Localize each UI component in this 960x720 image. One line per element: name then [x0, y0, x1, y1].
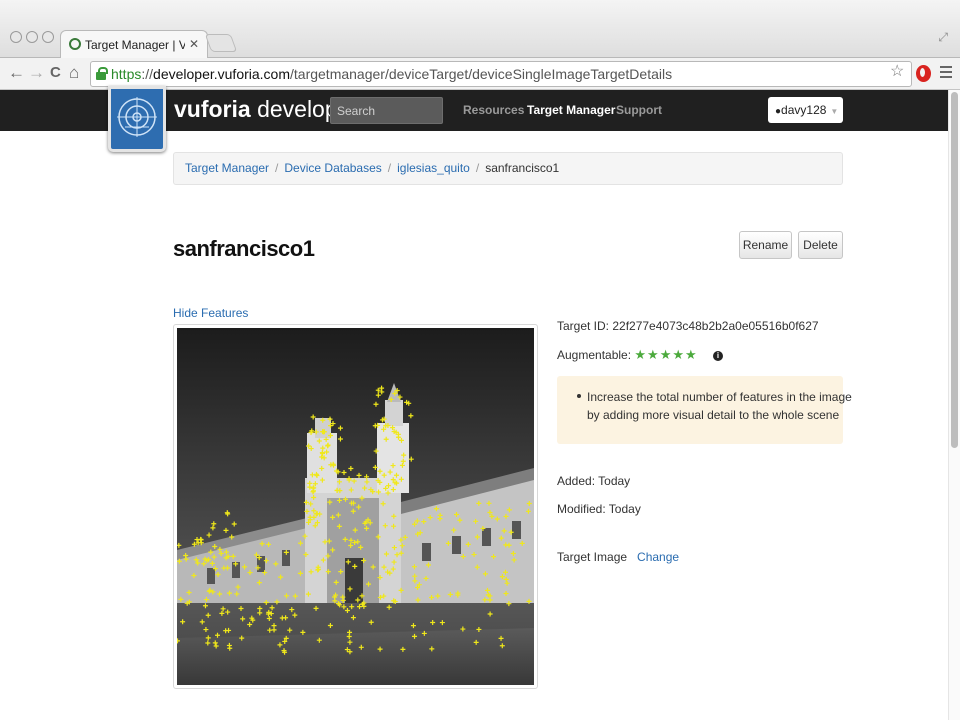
- bullet-icon: [577, 394, 581, 398]
- username: davy128: [781, 103, 827, 117]
- improvement-tip: Increase the total number of features in…: [557, 376, 852, 444]
- nav-resources[interactable]: Resources: [463, 103, 524, 117]
- home-icon[interactable]: ⌂: [69, 63, 79, 83]
- added-date: Added: Today: [557, 474, 631, 488]
- modified-date: Modified: Today: [557, 502, 641, 516]
- window-zoom-dot[interactable]: [42, 31, 54, 43]
- change-image-link[interactable]: Change: [637, 550, 679, 564]
- chevron-down-icon: ▼: [830, 107, 839, 116]
- scrollbar-thumb[interactable]: [951, 92, 958, 448]
- browser-menu-icon[interactable]: [940, 66, 952, 81]
- page-title: sanfrancisco1: [173, 236, 315, 261]
- target-image-label: Target Image: [557, 550, 628, 564]
- browser-tab-strip: Target Manager | Vuforia Developer Porta…: [0, 0, 960, 58]
- target-image: [177, 328, 534, 685]
- augmentable-row: Augmentable: ★★★★★ i: [557, 347, 724, 363]
- hide-features-link[interactable]: Hide Features: [173, 306, 248, 320]
- tab-close-icon[interactable]: ✕: [189, 37, 199, 51]
- browser-tab[interactable]: Target Manager | Vuforia Developer Porta…: [60, 30, 208, 58]
- breadcrumb-iglesias-quito[interactable]: iglesias_quito: [397, 161, 470, 175]
- forward-arrow-icon[interactable]: →: [28, 63, 45, 83]
- tip-line-1: Increase the total number of features in…: [587, 390, 852, 404]
- opera-extension-icon[interactable]: [916, 65, 931, 82]
- augmentable-label: Augmentable:: [557, 348, 632, 362]
- delete-button[interactable]: Delete: [798, 231, 843, 259]
- breadcrumb-current: sanfrancisco1: [485, 161, 560, 175]
- info-icon[interactable]: i: [713, 351, 724, 361]
- user-menu-button[interactable]: ●davy128 ▼: [768, 97, 843, 123]
- breadcrumb-device-databases[interactable]: Device Databases: [284, 161, 381, 175]
- breadcrumb: Target Manager / Device Databases / iglesias…: [173, 152, 843, 185]
- breadcrumb-separator: /: [387, 161, 392, 175]
- breadcrumb-separator: /: [275, 161, 279, 175]
- nav-support[interactable]: Support: [616, 103, 662, 117]
- nav-target-manager[interactable]: Target Manager: [527, 103, 615, 117]
- breadcrumb-separator: /: [475, 161, 480, 175]
- star-rating-icon: ★★★★★: [634, 347, 698, 362]
- target-id: Target ID: 22f277e4073c48b2b2a0e05516b0f…: [557, 319, 819, 333]
- target-image-frame: [173, 324, 538, 689]
- target-image-row: Target Image Change: [557, 550, 679, 564]
- window-close-dot[interactable]: [10, 31, 22, 43]
- lock-icon: [96, 67, 108, 80]
- url-text: https://developer.vuforia.com/targetmana…: [111, 66, 673, 82]
- fullscreen-icon[interactable]: ⤢: [938, 30, 948, 45]
- new-tab-button[interactable]: [204, 34, 238, 52]
- tab-title: Target Manager | Vuforia Developer Porta…: [85, 38, 185, 52]
- rename-button[interactable]: Rename: [739, 231, 792, 259]
- tip-line-2: by adding more visual detail to the whol…: [587, 408, 840, 422]
- address-bar[interactable]: https://developer.vuforia.com/targetmana…: [90, 61, 912, 87]
- site-search-input[interactable]: [330, 97, 443, 124]
- bookmark-star-icon[interactable]: ☆: [890, 61, 904, 81]
- reload-icon[interactable]: C: [50, 63, 61, 83]
- vuforia-logo-icon[interactable]: [108, 86, 166, 152]
- window-minimize-dot[interactable]: [26, 31, 38, 43]
- back-arrow-icon[interactable]: ←: [8, 63, 25, 83]
- breadcrumb-target-manager[interactable]: Target Manager: [185, 161, 269, 175]
- tab-favicon-icon: [69, 38, 81, 50]
